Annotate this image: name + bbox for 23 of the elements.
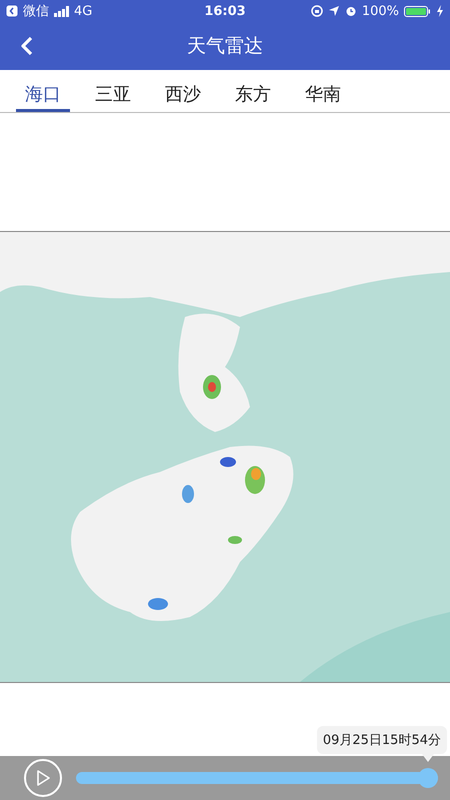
battery-percent: 100% [362,4,400,18]
network-label: 4G [74,4,92,18]
signal-icon [54,6,69,16]
back-icon[interactable] [6,5,18,17]
region-tab[interactable]: 西沙 [156,70,210,112]
region-tab[interactable]: 三亚 [86,70,140,112]
tooltip-pointer [422,754,434,762]
time-slider[interactable] [76,768,438,788]
slider-thumb[interactable] [418,768,438,788]
rotation-lock-icon [310,5,323,17]
clock: 16:03 [204,4,246,18]
battery-icon [404,6,432,16]
back-app-label[interactable]: 微信 [23,2,49,20]
region-tab[interactable]: 东方 [226,70,280,112]
region-tab[interactable]: 海口 [16,70,70,112]
charging-icon [436,5,444,17]
play-icon [36,770,50,786]
time-tooltip: 09月25日15时54分 [316,726,447,754]
location-icon [328,5,340,17]
region-tab[interactable]: 华南 [296,70,350,112]
page-title: 天气雷达 [187,35,263,57]
alarm-icon [344,5,357,17]
play-button[interactable] [24,759,62,797]
